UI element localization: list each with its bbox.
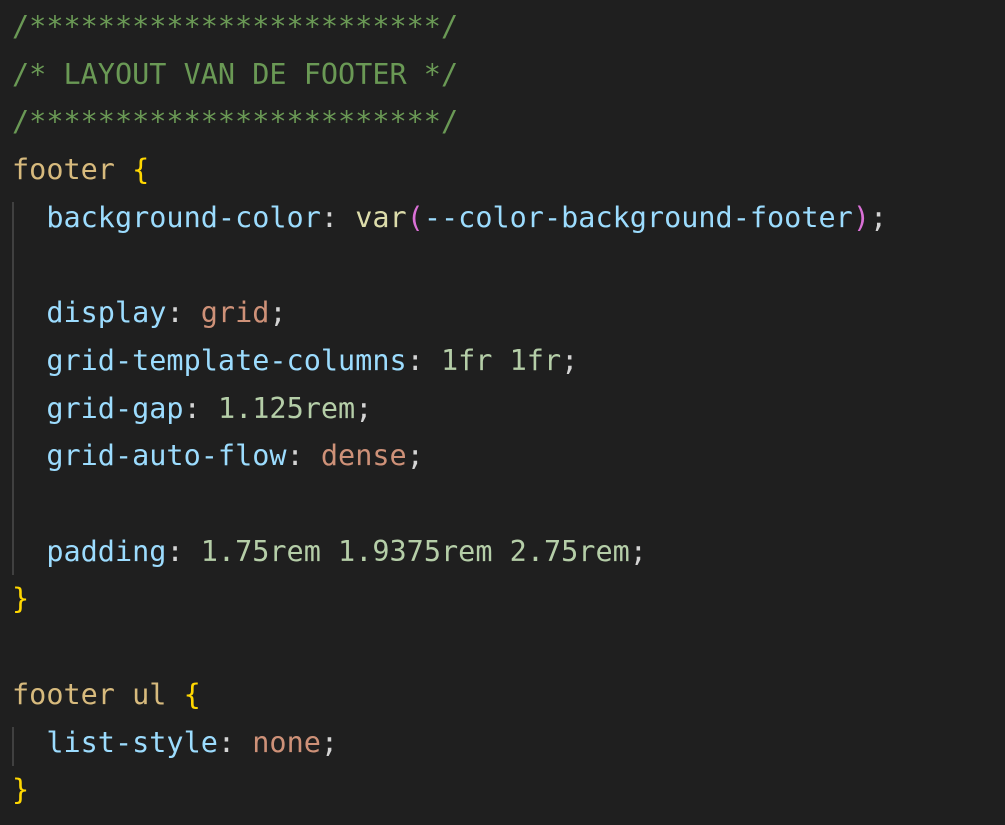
code-token-prop: grid-template-columns [46,343,407,377]
code-line[interactable]: list-style: none; [12,723,338,763]
code-line[interactable]: padding: 1.75rem 1.9375rem 2.75rem; [12,532,647,572]
code-token-punct: : [217,725,253,759]
code-editor[interactable]: /************************/ /* LAYOUT VAN … [0,7,1005,825]
code-token-comment: /* LAYOUT VAN DE FOOTER */ [12,57,459,91]
code-token-punct: ; [355,391,373,425]
code-line[interactable]: /************************/ [12,102,458,142]
code-token-num: 2.75rem [509,534,630,568]
code-token-comment: /************************/ [12,10,459,43]
code-token-punct: : [166,296,201,330]
code-token-paren: ( [406,200,424,234]
code-token-punct [12,392,46,425]
code-line[interactable]: footer ul { [12,675,201,715]
code-token-num: 1.125rem [217,391,356,425]
code-token-selector: footer [12,153,115,187]
code-token-selector: ul [132,677,167,711]
code-token-prop: grid-auto-flow [46,439,287,473]
code-token-punct: ; [269,296,287,330]
code-token-num: 1.75rem [200,534,321,568]
code-token-punct: : [406,343,441,377]
code-token-paren: ) [852,200,870,234]
code-token-punct: : [286,439,321,473]
code-token-prop: background-color [46,200,321,234]
code-token-punct [321,535,338,568]
code-line[interactable]: display: grid; [12,293,287,333]
code-token-ident: none [252,725,321,759]
code-token-punct [12,535,46,568]
code-token-num: 1.9375rem [338,534,493,568]
code-line[interactable]: /************************/ [12,7,458,47]
code-line[interactable]: } [12,579,29,619]
code-token-punct: : [320,200,356,234]
code-token-punct: : [183,391,218,425]
code-token-punct [12,439,46,472]
code-token-brace: } [12,773,30,807]
code-token-punct: ; [406,439,424,473]
code-token-punct [12,344,46,377]
code-token-prop: list-style [46,725,218,759]
code-token-ident: grid [200,296,270,330]
code-line[interactable]: background-color: var(--color-background… [12,198,887,238]
code-token-punct [115,153,132,186]
code-token-punct [12,726,46,759]
code-token-punct: ; [629,534,647,568]
code-token-prop: padding [46,534,167,568]
code-token-var: --color-background-footer [423,200,853,234]
code-token-punct [115,678,132,711]
code-token-comment: /************************/ [12,105,459,139]
code-token-prop: grid-gap [46,391,184,425]
code-token-punct: ; [561,343,579,377]
code-token-punct: : [166,534,201,568]
code-token-ident: dense [320,439,407,473]
code-line[interactable]: grid-gap: 1.125rem; [12,389,372,429]
code-token-punct [12,201,46,234]
code-line[interactable]: grid-template-columns: 1fr 1fr; [12,341,578,381]
code-token-punct [166,678,183,711]
code-token-punct [492,535,509,568]
code-token-func: var [355,200,407,234]
code-token-brace: } [12,582,30,616]
code-token-brace: { [183,677,201,711]
code-line[interactable]: } [12,770,29,810]
code-token-brace: { [132,153,150,187]
code-token-punct: ; [870,200,888,234]
code-line[interactable]: /* LAYOUT VAN DE FOOTER */ [12,55,458,95]
code-line[interactable]: grid-auto-flow: dense; [12,436,424,476]
code-token-punct [12,296,46,329]
code-token-num: 1fr [440,343,493,377]
code-line[interactable]: footer { [12,150,149,190]
code-token-selector: footer [12,677,115,711]
code-token-prop: display [46,296,167,330]
code-token-punct: ; [320,725,339,759]
code-token-num: 1fr [509,343,562,377]
code-token-punct [492,344,509,377]
